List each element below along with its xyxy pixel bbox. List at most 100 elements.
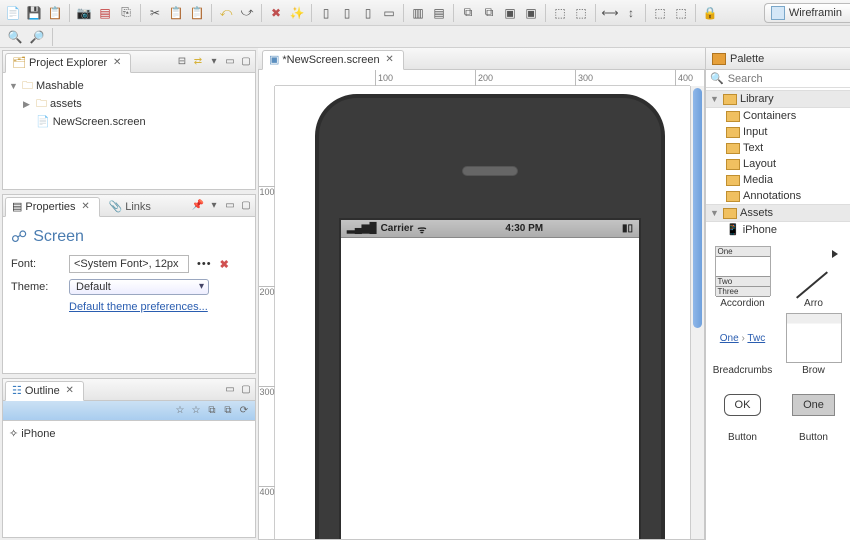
outline-tree[interactable]: ✧iPhone (3, 421, 255, 447)
camera-icon[interactable]: 📷 (75, 4, 93, 22)
group-icon[interactable]: ⧉ (459, 4, 477, 22)
category-media[interactable]: Media (706, 172, 850, 188)
search-input[interactable] (728, 73, 846, 85)
distribute-v-icon[interactable]: ▤ (430, 4, 448, 22)
bring-front-icon[interactable]: ⬚ (572, 4, 590, 22)
assets-category[interactable]: ▼Assets (706, 204, 850, 222)
canvas-vertical-scrollbar[interactable] (690, 86, 704, 539)
size-v-icon[interactable]: ↕ (622, 4, 640, 22)
main-toolbar: 📄 💾 📋 📷 ▤ ⎘ ✂ 📋 📋 ⤺ ⤻ ✖ ✨ ▯ ▯ ▯ ▭ ▥ ▤ ⧉ … (0, 0, 850, 26)
minimize-icon[interactable]: ▭ (223, 199, 237, 213)
category-annotations[interactable]: Annotations (706, 188, 850, 204)
refresh-icon[interactable]: ⟳ (237, 404, 251, 418)
palette-item-arrow[interactable]: Arro (779, 246, 848, 309)
disclosure-closed-icon[interactable]: ▶ (23, 95, 33, 113)
palette-item-buttonbar[interactable]: One Button (779, 380, 848, 443)
outline-item-iphone[interactable]: iPhone (21, 425, 55, 443)
delete-icon[interactable]: ✖ (267, 4, 285, 22)
palette-item-browser[interactable]: Brow (779, 313, 848, 376)
properties-tab[interactable]: ▤ Properties ✕ (5, 197, 100, 217)
maximize-icon[interactable]: ▢ (239, 55, 253, 69)
align-right-icon[interactable]: ▯ (359, 4, 377, 22)
ruler-tick: 400 (675, 70, 693, 86)
new-icon[interactable]: 📄 (4, 4, 22, 22)
clear-font-icon[interactable]: ✖ (220, 258, 229, 271)
font-value-field[interactable]: <System Font>, 12px (69, 255, 189, 273)
paste-icon[interactable]: 📋 (167, 4, 185, 22)
highlight-icon[interactable]: ✨ (288, 4, 306, 22)
pin-icon[interactable]: 📌 (191, 199, 205, 213)
ungroup-icon[interactable]: ⧉ (221, 404, 235, 418)
perspective-tab[interactable]: Wireframin (764, 3, 850, 23)
design-canvas[interactable]: ▂▄▆█ Carrier ᯤ 4:30 PM ▮▯ (275, 86, 690, 539)
close-icon[interactable]: ✕ (79, 200, 93, 214)
category-layout[interactable]: Layout (706, 156, 850, 172)
project-root[interactable]: Mashable (36, 77, 84, 95)
maximize-icon[interactable]: ▢ (239, 199, 253, 213)
distribute-h-icon[interactable]: ▥ (409, 4, 427, 22)
group-icon[interactable]: ⧉ (205, 404, 219, 418)
editor-tab[interactable]: ▣ *NewScreen.screen ✕ (262, 50, 404, 70)
scrollbar-thumb[interactable] (693, 88, 702, 328)
maximize-icon[interactable]: ▢ (239, 383, 253, 397)
assets-folder[interactable]: assets (50, 95, 82, 113)
ruler-tick: 200 (475, 70, 493, 86)
pdf-icon[interactable]: ▤ (96, 4, 114, 22)
undo-icon[interactable]: ⤺ (217, 4, 235, 22)
ungroup-icon[interactable]: ⧉ (480, 4, 498, 22)
category-containers[interactable]: Containers (706, 108, 850, 124)
menu-icon[interactable]: ▾ (207, 199, 221, 213)
theme-select[interactable]: Default (69, 279, 209, 295)
align-left-icon[interactable]: ▯ (317, 4, 335, 22)
cut-icon[interactable]: ✂ (146, 4, 164, 22)
save-icon[interactable]: 💾 (25, 4, 43, 22)
fit-icon[interactable]: ⬚ (651, 4, 669, 22)
close-icon[interactable]: ✕ (63, 384, 77, 398)
screen-file[interactable]: NewScreen.screen (53, 113, 146, 131)
collapse-icon[interactable]: ⊟ (175, 55, 189, 69)
project-tree[interactable]: ▼🗀Mashable ▶🗀assets 📄NewScreen.screen (3, 73, 255, 135)
back-icon[interactable]: ▣ (522, 4, 540, 22)
lock-icon[interactable]: 🔒 (701, 4, 719, 22)
palette-item-breadcrumbs[interactable]: One › Twc Breadcrumbs (708, 313, 777, 376)
project-explorer-tab[interactable]: 🗂 Project Explorer ✕ (5, 53, 131, 73)
links-tab[interactable]: 📎 Links (102, 197, 158, 216)
disclosure-open-icon[interactable]: ▼ (9, 77, 19, 95)
clipboard-icon[interactable]: 📋 (188, 4, 206, 22)
palette-item-accordion[interactable]: One Two Three Accordion (708, 246, 777, 309)
category-text[interactable]: Text (706, 140, 850, 156)
outline-tab[interactable]: ☷ Outline ✕ (5, 381, 84, 401)
front-icon[interactable]: ▣ (501, 4, 519, 22)
link-editor-icon[interactable]: ⇄ (191, 55, 205, 69)
asset-iphone[interactable]: 📱iPhone (706, 222, 850, 238)
palette-search[interactable]: 🔍 (706, 70, 850, 88)
close-icon[interactable]: ✕ (383, 53, 397, 67)
palette-item-button[interactable]: OK Button (708, 380, 777, 443)
close-icon[interactable]: ✕ (110, 56, 124, 70)
zoom-in-icon[interactable]: 🔍 (6, 28, 24, 46)
more-icon[interactable]: ••• (197, 258, 212, 270)
zoom-out-icon[interactable]: 🔎 (28, 28, 46, 46)
minimize-icon[interactable]: ▭ (223, 55, 237, 69)
export-icon[interactable]: ⎘ (117, 4, 135, 22)
send-back-icon[interactable]: ⬚ (551, 4, 569, 22)
copy-icon[interactable]: 📋 (46, 4, 64, 22)
palette-panel: Palette 🔍 ▼Library Containers Input Text… (705, 48, 850, 540)
size-h-icon[interactable]: ⟷ (601, 4, 619, 22)
project-explorer-title: Project Explorer (29, 57, 107, 69)
layer-icon[interactable]: ⬚ (672, 4, 690, 22)
iphone-asset-icon: 📱 (726, 222, 740, 238)
align-center-icon[interactable]: ▯ (338, 4, 356, 22)
theme-preferences-link[interactable]: Default theme preferences... (69, 301, 208, 313)
minimize-icon[interactable]: ▭ (223, 383, 237, 397)
align-top-icon[interactable]: ▭ (380, 4, 398, 22)
iphone-widget[interactable]: ▂▄▆█ Carrier ᯤ 4:30 PM ▮▯ (315, 94, 665, 540)
redo-icon[interactable]: ⤻ (238, 4, 256, 22)
library-category[interactable]: ▼Library (706, 90, 850, 108)
filter-icon[interactable]: ☆ (173, 404, 187, 418)
palette-gallery: One Two Three Accordion Arro One › Twc B… (706, 240, 850, 449)
sort-icon[interactable]: ☆ (189, 404, 203, 418)
menu-icon[interactable]: ▾ (207, 55, 221, 69)
editor-tabstrip: ▣ *NewScreen.screen ✕ (258, 48, 705, 70)
category-input[interactable]: Input (706, 124, 850, 140)
